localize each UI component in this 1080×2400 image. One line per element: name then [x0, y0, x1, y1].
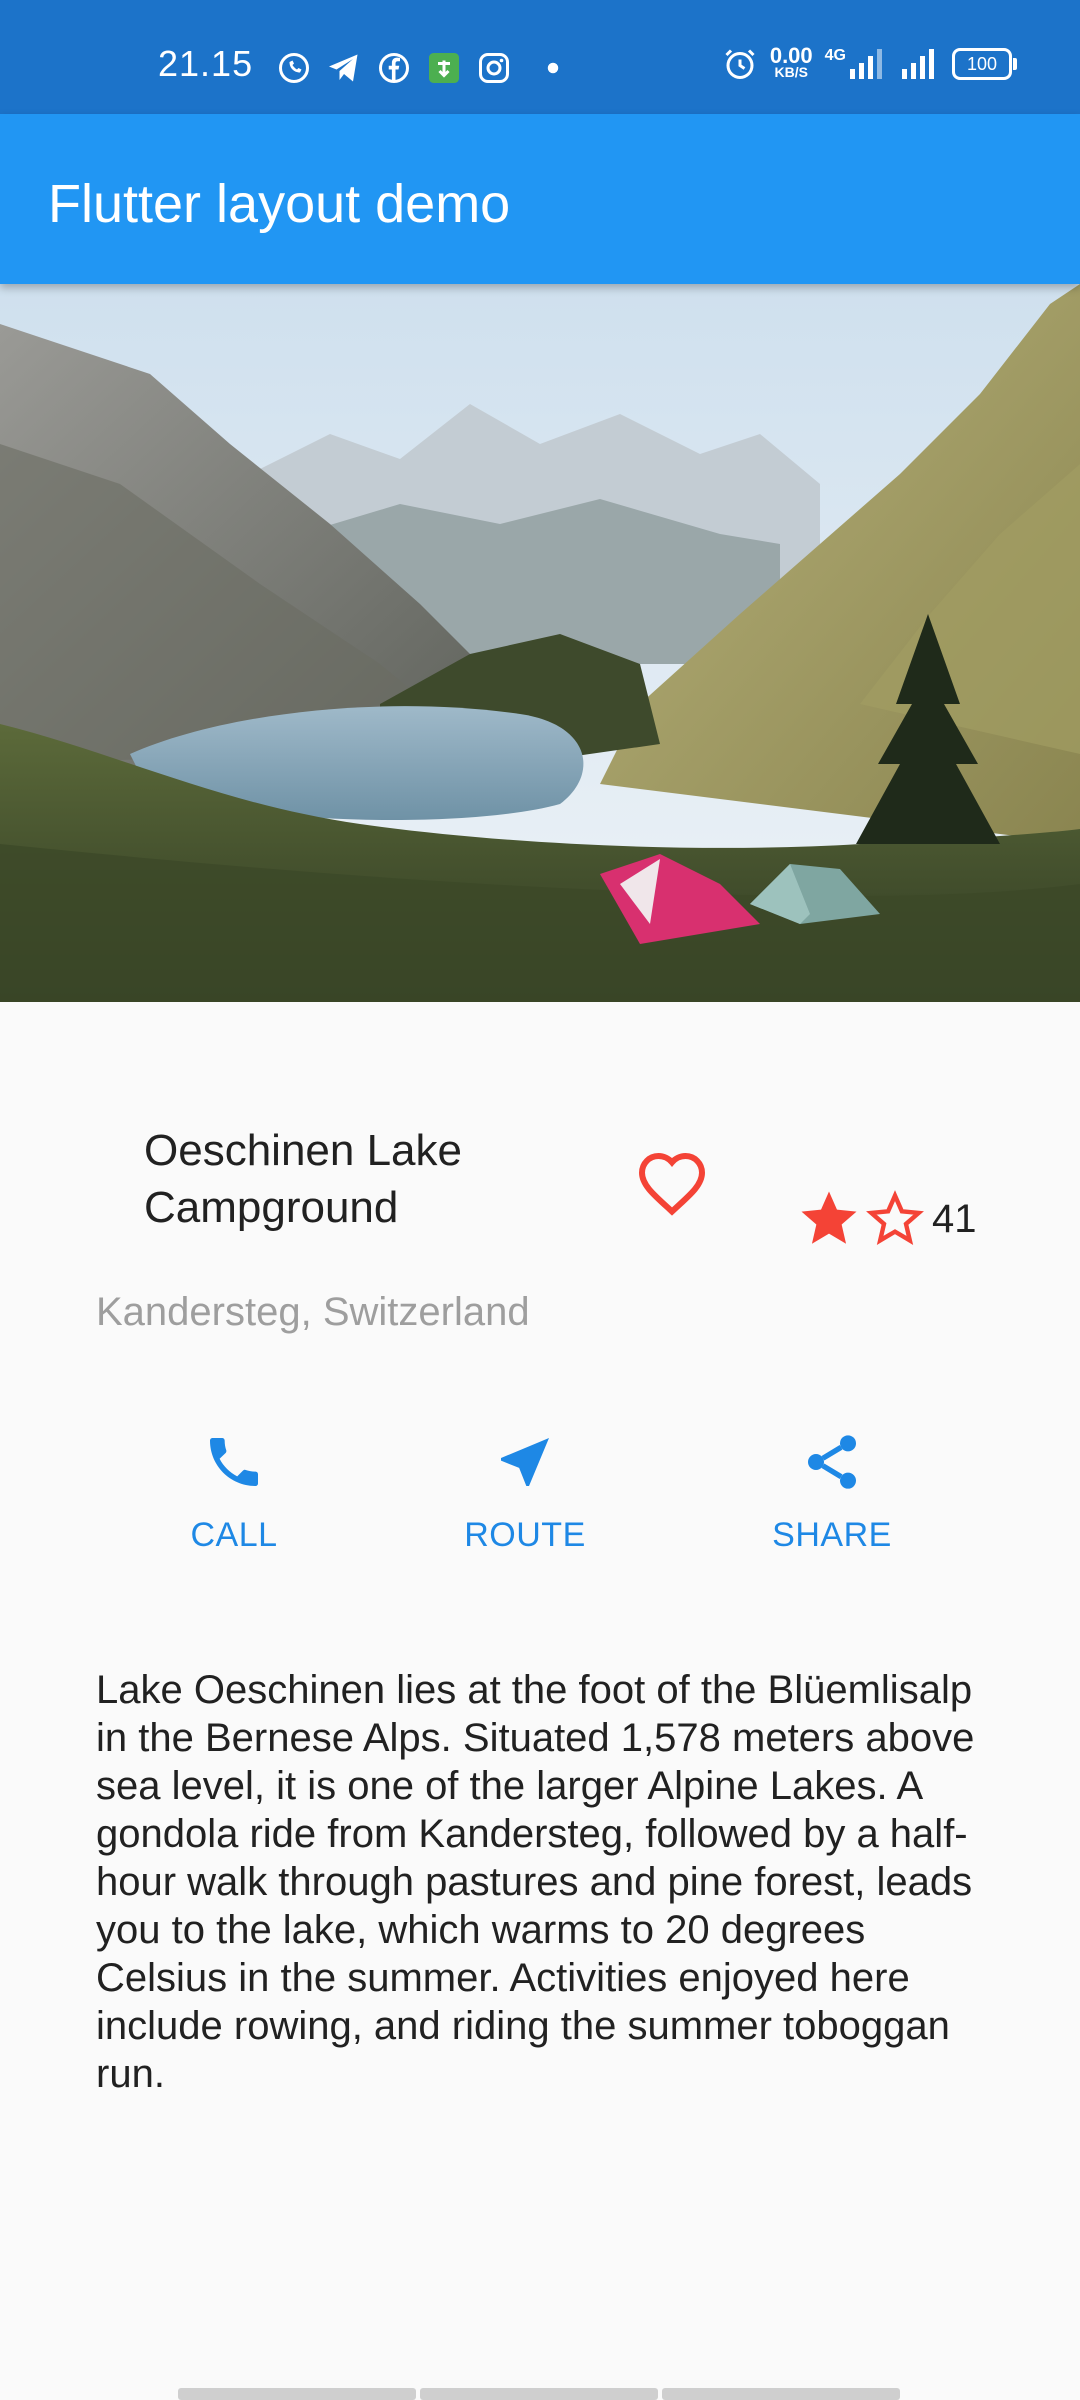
notification-icons: [276, 50, 562, 86]
whatsapp-icon: [279, 53, 309, 83]
route-button[interactable]: ROUTE: [415, 1430, 635, 1555]
lake-photo: [0, 284, 1080, 1002]
nav-segment: [420, 2388, 658, 2400]
place-name: Oeschinen Lake Campground: [144, 1126, 462, 1232]
network-speed-unit: KB/S: [774, 64, 808, 80]
place-location: Kandersteg, Switzerland: [96, 1290, 530, 1334]
star-filled-icon[interactable]: [796, 1186, 862, 1252]
navigation-icon: [501, 1438, 549, 1486]
call-label: CALL: [190, 1516, 278, 1554]
signal-icon: [850, 49, 882, 79]
telegram-icon: [329, 54, 358, 82]
dot-icon: [547, 62, 559, 74]
battery-icon: 100: [952, 48, 1017, 80]
share-button[interactable]: SHARE: [722, 1430, 942, 1555]
alarm-icon: [725, 49, 755, 79]
instagram-icon: [479, 53, 509, 83]
star-outline-icon[interactable]: [862, 1186, 928, 1252]
system-indicators: 0.00 KB/S 4G 100: [722, 43, 1017, 82]
place-description: Lake Oeschinen lies at the foot of the B…: [96, 1668, 975, 2096]
share-icon: [808, 1435, 856, 1489]
phone-icon: [210, 1438, 258, 1486]
app-title: Flutter layout demo: [48, 174, 511, 234]
status-bar: 21.15 0.00 KB/S 4G 100: [0, 0, 1080, 114]
rating: 41: [796, 1186, 977, 1252]
network-speed: 0.00 KB/S: [769, 43, 813, 81]
rating-count: 41: [932, 1196, 977, 1241]
route-label: ROUTE: [464, 1516, 586, 1554]
signal-4g: 4G: [825, 47, 888, 81]
share-label: SHARE: [772, 1516, 892, 1554]
app-icon: [429, 53, 459, 83]
signal-icon-2: [902, 49, 934, 79]
network-speed-value: 0.00: [769, 43, 813, 68]
status-time: 21.15: [158, 43, 254, 84]
call-button[interactable]: CALL: [124, 1430, 344, 1555]
nav-segment: [178, 2388, 416, 2400]
gesture-nav-bar: [178, 2388, 900, 2400]
favorite-heart-icon[interactable]: [636, 1150, 708, 1216]
app-bar: Flutter layout demo: [0, 114, 1080, 284]
facebook-icon: [379, 53, 409, 83]
nav-segment: [662, 2388, 900, 2400]
network-type: 4G: [824, 47, 846, 64]
